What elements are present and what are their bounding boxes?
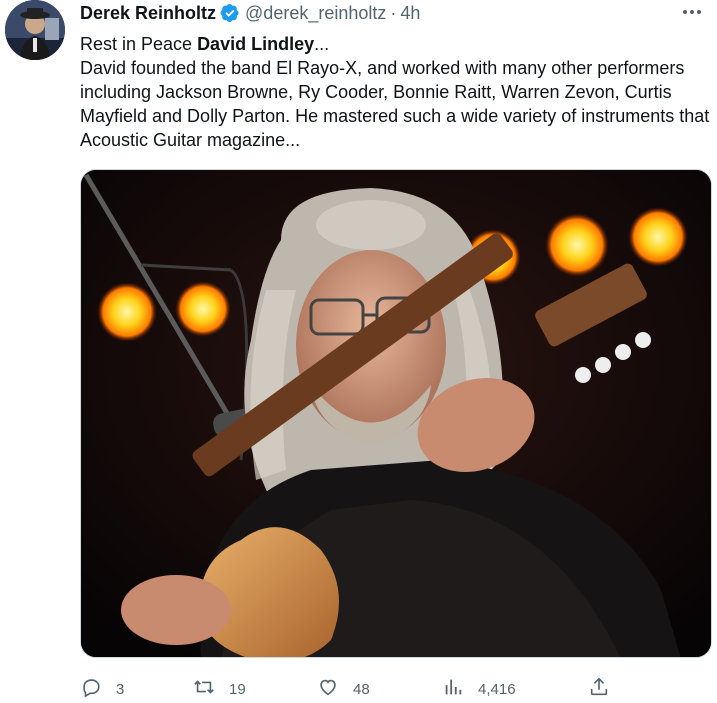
reply-icon <box>80 676 102 702</box>
verified-badge-icon <box>220 3 240 23</box>
like-count: 48 <box>353 680 370 698</box>
views-icon <box>442 676 464 702</box>
author-display-name[interactable]: Derek Reinholtz <box>80 3 216 24</box>
avatar[interactable] <box>5 0 65 60</box>
tweet-timestamp[interactable]: 4h <box>400 3 420 24</box>
tweet-text: Rest in Peace David Lindley... David fou… <box>80 32 710 152</box>
share-button[interactable] <box>588 676 610 702</box>
retweet-icon <box>193 676 215 702</box>
tweet-photo[interactable] <box>80 169 712 658</box>
reply-button[interactable]: 3 <box>80 676 124 702</box>
tweet[interactable]: Derek Reinholtz @derek_reinholtz · 4h Re… <box>0 0 717 703</box>
action-bar: 3 19 48 4,416 <box>80 676 620 698</box>
tweet-header: Derek Reinholtz @derek_reinholtz · 4h <box>80 2 420 24</box>
tweet-bold-name: David Lindley <box>197 34 315 54</box>
views-button[interactable]: 4,416 <box>442 676 516 702</box>
share-icon <box>588 676 610 702</box>
retweet-count: 19 <box>229 680 246 698</box>
like-button[interactable]: 48 <box>317 676 370 702</box>
reply-count: 3 <box>116 680 125 698</box>
header-separator: · <box>390 2 397 23</box>
tweet-first-line: Rest in Peace David Lindley... <box>80 34 330 54</box>
views-count: 4,416 <box>478 680 516 698</box>
author-handle[interactable]: @derek_reinholtz <box>245 3 386 24</box>
tweet-paragraph: David founded the band El Rayo-X, and wo… <box>80 58 710 150</box>
retweet-button[interactable]: 19 <box>193 676 246 702</box>
like-icon <box>317 676 339 702</box>
more-icon[interactable] <box>681 4 703 20</box>
